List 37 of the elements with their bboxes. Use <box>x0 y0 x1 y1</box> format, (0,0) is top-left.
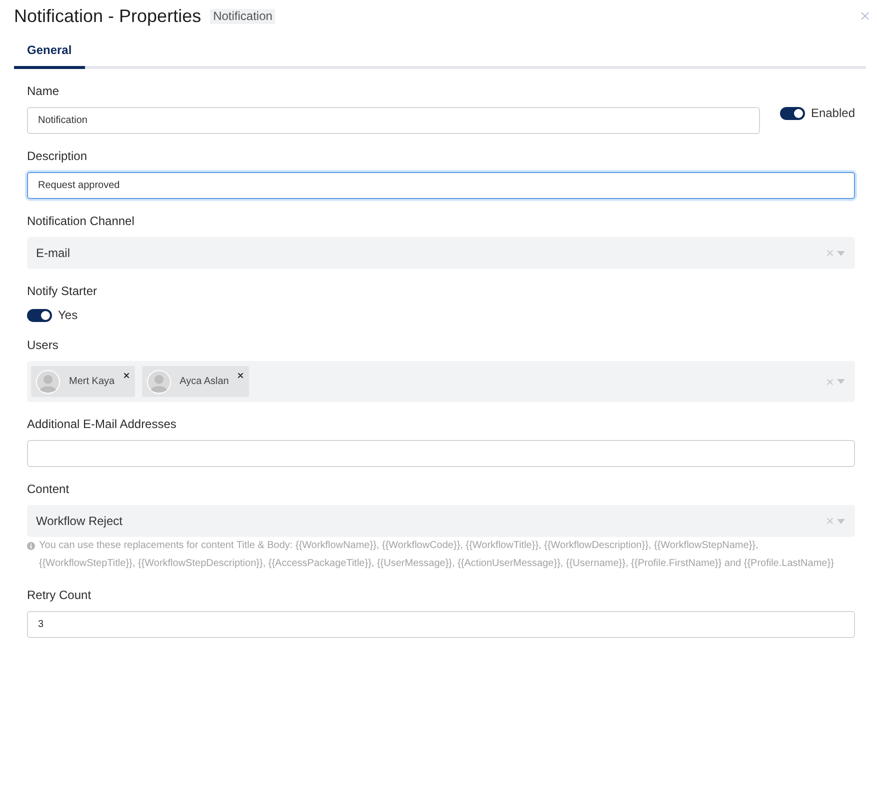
field-label: Notification Channel <box>27 213 136 229</box>
tab[interactable]: General <box>14 35 85 69</box>
text-field[interactable]: Request approved <box>27 172 855 199</box>
remove-icon[interactable] <box>124 373 129 378</box>
toggle-switch[interactable] <box>27 308 52 322</box>
toggle-label: Yes <box>58 307 78 323</box>
user-chip[interactable]: Ayca Aslan <box>142 366 249 397</box>
title-badge: Notification <box>210 8 276 24</box>
field-label: Retry Count <box>27 587 92 603</box>
text-field[interactable]: Notification <box>27 107 760 134</box>
clear-icon[interactable] <box>827 378 833 384</box>
dialog-title: Notification - Properties <box>14 5 202 27</box>
field-label: Additional E-Mail Addresses <box>27 416 178 432</box>
close-icon[interactable] <box>861 12 869 20</box>
field-label: Users <box>27 337 60 353</box>
toggle-label: Enabled <box>810 105 855 121</box>
field-label: Content <box>27 481 70 497</box>
caret-down-icon[interactable] <box>837 379 845 384</box>
caret-down-icon[interactable] <box>837 518 845 524</box>
hint-text: You can use these replacements for content Title & Body: {{WorkflowName}}, {{WorkflowCode}}, {{WorkflowTitle}}, {{WorkflowDescription}}, {{WorkflowStepName}}, {{WorkflowStepTitle}}, {{WorkflowStepDescription}}, {{AccessPackageTitle}}, {{UserMessage}}, {{ActionUserMessage}}, {{Username}}, {{Profile.FirstName}} and {{Profile.LastName}} <box>39 539 835 571</box>
select-field[interactable]: E-mail <box>27 237 855 269</box>
field-label: Notify Starter <box>27 283 98 299</box>
avatar-icon <box>36 370 60 394</box>
text-field[interactable]: 3 <box>27 611 855 638</box>
remove-icon[interactable] <box>238 373 243 378</box>
toggle-switch[interactable] <box>780 106 805 120</box>
avatar-icon <box>146 370 171 394</box>
clear-icon[interactable] <box>827 250 833 256</box>
field-label: Name <box>27 83 60 99</box>
field-label: Description <box>27 148 88 164</box>
user-chip[interactable]: Mert Kaya <box>31 366 135 397</box>
select-field[interactable]: Workflow Reject <box>27 505 855 537</box>
multi-select-field[interactable]: Mert Kaya Ayca Aslan <box>27 361 855 402</box>
info-icon <box>27 542 35 550</box>
caret-down-icon[interactable] <box>837 250 845 256</box>
text-field[interactable] <box>27 440 855 467</box>
clear-icon[interactable] <box>827 518 833 524</box>
